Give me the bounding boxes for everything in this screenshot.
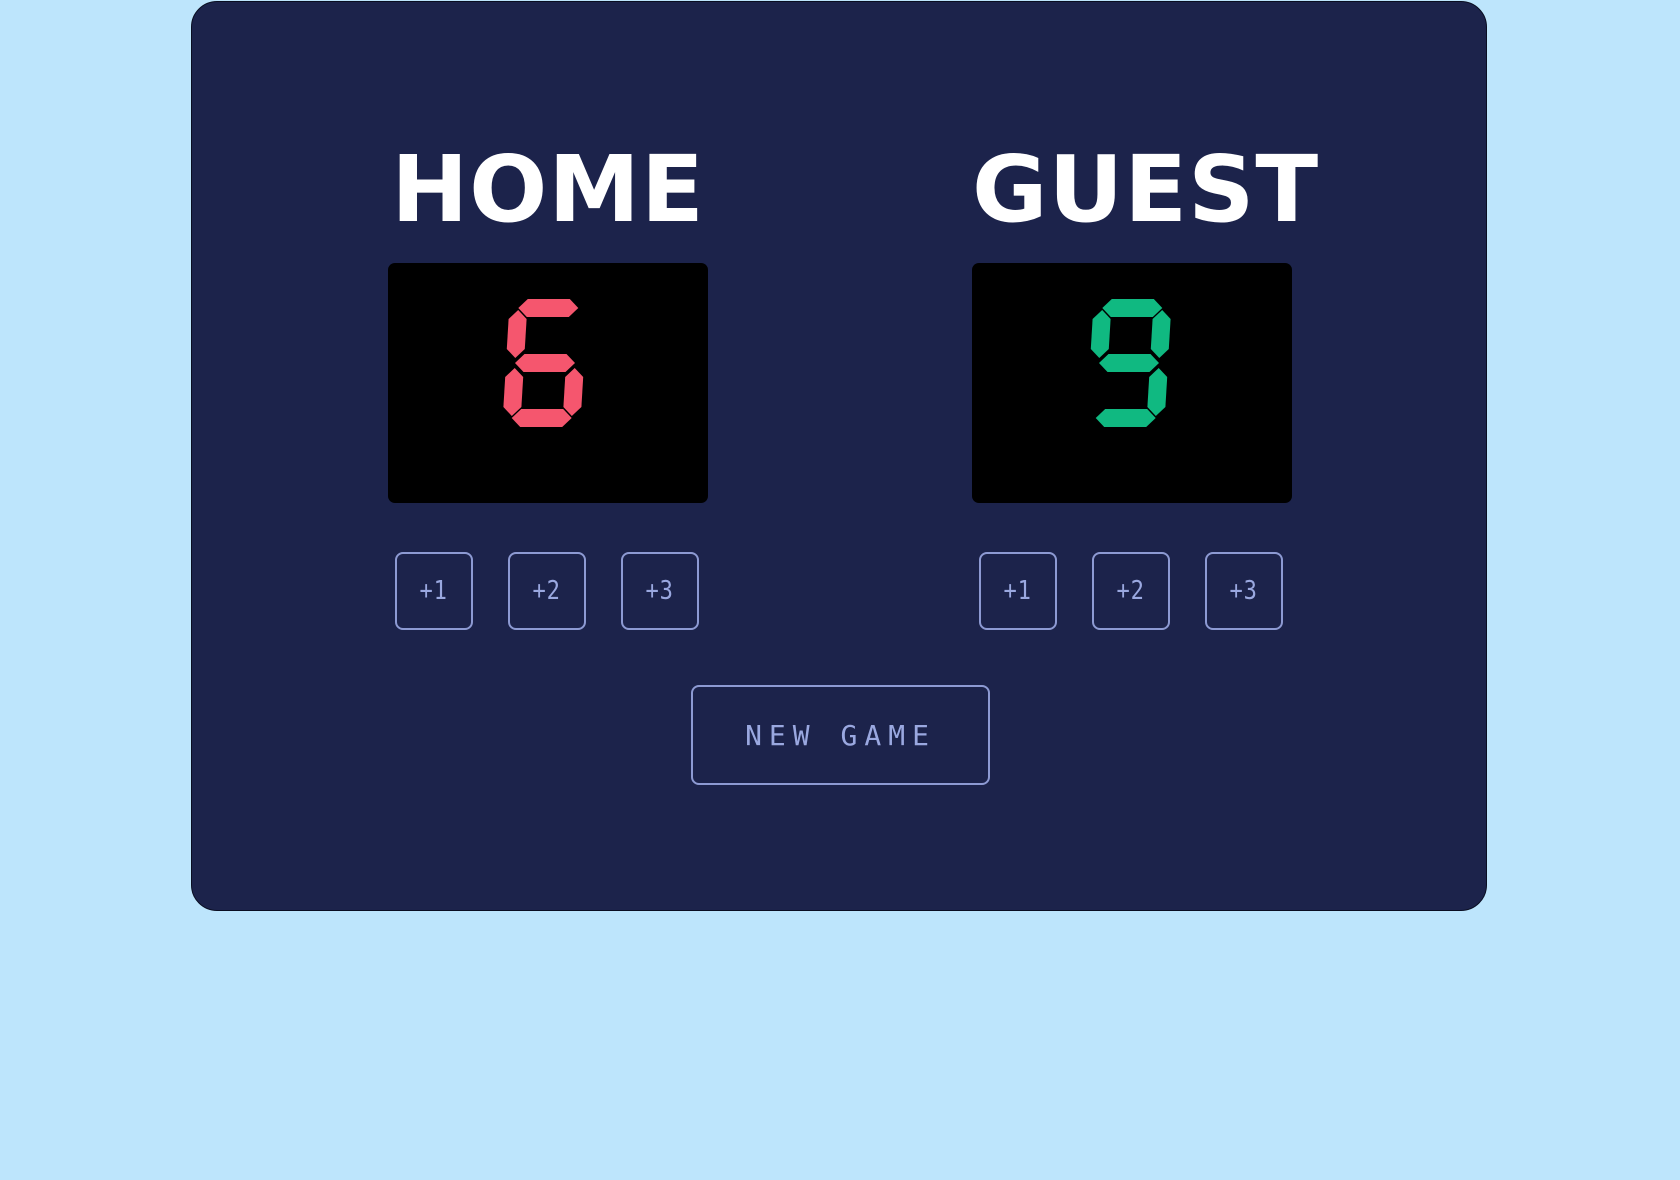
home-digit-segment-e (503, 368, 524, 416)
guest-digit-segment-c (1147, 368, 1168, 416)
guest-add-3-label: +3 (1229, 576, 1259, 606)
scoreboard: HOME +1 +2 +3 GUEST +1 +2 +3 NEW GAME (191, 1, 1487, 911)
home-score-digit (503, 299, 584, 427)
guest-add-2-button[interactable]: +2 (1092, 552, 1170, 630)
home-score-display (388, 263, 708, 503)
guest-team-name: GUEST (972, 136, 1320, 243)
home-add-3-button[interactable]: +3 (621, 552, 699, 630)
home-digit-segment-c (563, 368, 584, 416)
home-score-buttons: +1 +2 +3 (395, 552, 701, 632)
guest-score-buttons: +1 +2 +3 (979, 552, 1285, 632)
guest-add-3-button[interactable]: +3 (1205, 552, 1283, 630)
guest-digit-segment-d (1095, 409, 1156, 427)
home-digit-segment-f (506, 310, 527, 358)
guest-score-display (972, 263, 1292, 503)
home-digit-segment-d (511, 409, 572, 427)
home-add-3-label: +3 (645, 576, 675, 606)
guest-add-2-label: +2 (1116, 576, 1146, 606)
home-add-1-label: +1 (419, 576, 449, 606)
guest-digit-segment-a (1102, 299, 1163, 317)
home-digit-segment-a (518, 299, 579, 317)
home-add-2-button[interactable]: +2 (508, 552, 586, 630)
home-add-1-button[interactable]: +1 (395, 552, 473, 630)
guest-digit-segment-b (1150, 310, 1171, 358)
guest-digit-segment-f (1090, 310, 1111, 358)
home-add-2-label: +2 (532, 576, 562, 606)
home-digit-segment-g (515, 354, 575, 372)
new-game-label: NEW GAME (745, 718, 936, 752)
guest-add-1-button[interactable]: +1 (979, 552, 1057, 630)
new-game-button[interactable]: NEW GAME (691, 685, 990, 785)
home-team-name: HOME (391, 136, 705, 243)
guest-score-digit (1090, 299, 1171, 427)
guest-digit-segment-g (1099, 354, 1159, 372)
guest-add-1-label: +1 (1003, 576, 1033, 606)
